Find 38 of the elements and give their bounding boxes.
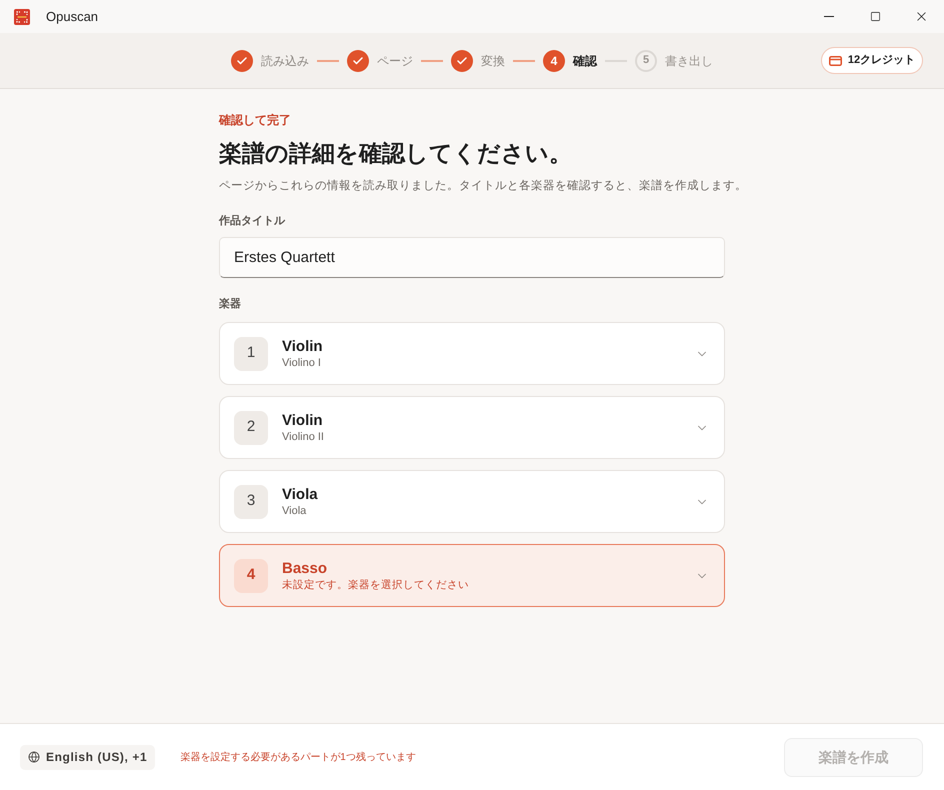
instrument-card[interactable]: 4 Basso 未設定です。楽器を選択してください xyxy=(219,544,725,607)
minimize-icon xyxy=(824,16,834,17)
warning-message: 楽器を設定する必要があるパートが1つ残っています xyxy=(180,750,416,764)
part-name: Violino II xyxy=(282,430,324,444)
language-button[interactable]: English (US), +1 xyxy=(20,744,156,770)
instrument-name: Violin xyxy=(282,336,323,356)
maximize-icon xyxy=(870,11,880,22)
globe-icon xyxy=(28,751,40,763)
part-name: 未設定です。楽器を選択してください xyxy=(282,578,469,592)
part-number: 1 xyxy=(234,336,268,370)
instrument-card[interactable]: 2 Violin Violino II xyxy=(219,396,725,459)
step-label: 書き出し xyxy=(665,52,713,70)
field-label: 作品タイトル xyxy=(219,214,286,229)
step-label: 読み込み xyxy=(261,52,309,70)
part-number: 4 xyxy=(234,558,268,592)
app-logo-icon xyxy=(14,8,30,24)
instrument-name: Violin xyxy=(282,410,324,430)
step-label: 確認 xyxy=(573,52,597,70)
credit-card-icon xyxy=(828,56,842,66)
step-number: 5 xyxy=(635,50,657,72)
title-input-field[interactable]: Erstes Quartett xyxy=(219,237,725,278)
page-description: ページからこれらの情報を読み取りました。タイトルと各楽器を確認すると、楽譜を作成します。 xyxy=(219,178,747,194)
instrument-card[interactable]: 3 Viola Viola xyxy=(219,470,725,533)
step-label: ページ xyxy=(377,52,413,70)
part-name: Viola xyxy=(282,504,308,518)
part-name: Violino I xyxy=(282,356,322,370)
step-label: 変換 xyxy=(481,52,505,70)
step-number: 4 xyxy=(543,50,565,72)
page-heading: 楽譜の詳細を確認してください。 xyxy=(219,139,573,168)
credits-button[interactable]: 12クレジット xyxy=(821,47,923,74)
instrument-name: Basso xyxy=(282,558,328,578)
instrument-name: Viola xyxy=(282,484,318,504)
eyebrow-label: 確認して完了 xyxy=(219,112,292,128)
window-title: Opuscan xyxy=(46,8,98,26)
part-number: 3 xyxy=(234,484,268,518)
part-number: 2 xyxy=(234,410,268,444)
instrument-card[interactable]: 1 Violin Violino I xyxy=(219,322,725,385)
section-label: 楽器 xyxy=(219,296,242,312)
